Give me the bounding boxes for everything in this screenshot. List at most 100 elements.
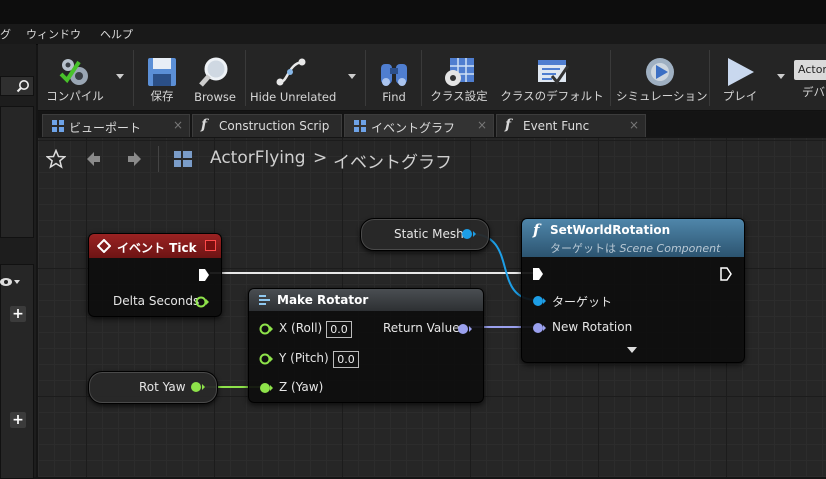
make-rotator-node[interactable]: Make Rotator X (Roll) 0.0 Return Value Y… — [248, 288, 484, 403]
play-dropdown-arrow-icon[interactable] — [777, 74, 785, 79]
exec-in-pin-icon[interactable] — [532, 267, 544, 281]
eye-icon[interactable] — [0, 276, 22, 288]
forward-arrow-icon[interactable] — [126, 150, 144, 168]
left-panel-section — [0, 106, 34, 238]
find-label: Find — [382, 90, 406, 104]
toolbar-separator — [421, 50, 422, 106]
add-variable-plus-icon[interactable]: + — [10, 306, 26, 322]
debug-label: デバ — [802, 85, 825, 99]
left-search-box[interactable] — [0, 76, 34, 96]
add-item-plus-icon[interactable]: + — [10, 412, 26, 428]
tab-event-func[interactable]: f Event Func × — [496, 114, 646, 137]
hide-unrelated-button[interactable]: Hide Unrelated — [250, 50, 337, 108]
exec-out-pin-icon[interactable] — [720, 267, 732, 281]
class-settings-button[interactable]: クラス設定 — [426, 50, 492, 108]
browse-button[interactable]: Browse — [190, 50, 240, 108]
tab-close-icon[interactable]: × — [173, 118, 183, 132]
menu-item-partial[interactable]: グ — [0, 26, 11, 42]
tab-close-icon[interactable]: × — [629, 118, 639, 132]
static-mesh-label: Static Mesh — [394, 227, 464, 241]
play-label: プレイ — [722, 89, 758, 103]
set-world-rotation-node[interactable]: f SetWorldRotation ターゲットは Scene Componen… — [521, 218, 745, 363]
static-mesh-variable-node[interactable]: Static Mesh — [360, 218, 490, 251]
function-icon: f — [505, 117, 512, 133]
event-tick-node[interactable]: イベント Tick Delta Seconds — [88, 233, 222, 317]
target-pin-label: ターゲット — [552, 295, 613, 309]
save-button[interactable]: 保存 — [140, 50, 184, 108]
hide-unrelated-dropdown-arrow-icon[interactable] — [348, 74, 356, 79]
rot-yaw-pin-icon[interactable] — [190, 380, 206, 394]
simulation-label: シミュレーション — [616, 89, 708, 103]
make-rotator-title: Make Rotator — [277, 293, 369, 307]
left-panel: + + — [0, 44, 36, 479]
event-delegate-pin-icon[interactable] — [205, 240, 216, 251]
y-pitch-input[interactable]: 0.0 — [333, 351, 359, 368]
x-roll-label: X (Roll) — [279, 321, 323, 335]
class-settings-gear-grid-icon — [445, 58, 474, 86]
target-pin-icon[interactable] — [532, 294, 546, 308]
class-defaults-label: クラスのデフォルト — [500, 89, 604, 103]
breadcrumb-separator-line — [158, 146, 159, 172]
return-value-pin-icon[interactable] — [457, 322, 473, 336]
play-button[interactable]: プレイ — [714, 50, 766, 108]
menu-item-help[interactable]: ヘルプ — [100, 26, 133, 42]
delta-seconds-label: Delta Seconds — [113, 294, 200, 308]
rot-yaw-variable-node[interactable]: Rot Yaw — [88, 371, 218, 404]
tab-construction-script[interactable]: f Construction Scrip — [192, 114, 342, 137]
x-roll-pin-icon[interactable] — [259, 322, 273, 336]
breadcrumb: ActorFlying > イベントグラフ — [38, 140, 826, 176]
menu-bar: グ ウィンドウ ヘルプ — [0, 24, 826, 45]
simulation-button[interactable]: シミュレーション — [616, 50, 708, 108]
find-binoculars-icon — [381, 64, 407, 86]
set-world-rotation-title: SetWorldRotation — [550, 223, 671, 237]
toolbar-separator — [133, 50, 134, 106]
debug-object-select[interactable]: Actor — [794, 60, 826, 80]
breadcrumb-actor[interactable]: ActorFlying — [210, 148, 306, 168]
new-rotation-pin-label: New Rotation — [552, 320, 633, 334]
event-graph-grid-icon — [354, 120, 366, 132]
find-button[interactable]: Find — [372, 50, 416, 108]
graph-grid-icon — [174, 151, 192, 167]
hide-unrelated-label: Hide Unrelated — [250, 90, 337, 104]
compile-label: コンパイル — [46, 89, 104, 103]
new-rotation-pin-icon[interactable] — [532, 321, 546, 335]
tab-event-func-label: Event Func — [523, 119, 590, 133]
toolbar-separator — [365, 50, 366, 106]
toolbar-separator — [245, 50, 246, 106]
save-label: 保存 — [150, 89, 174, 103]
y-pitch-pin-icon[interactable] — [259, 352, 273, 366]
compile-button[interactable]: コンパイル — [42, 50, 108, 108]
menu-item-window[interactable]: ウィンドウ — [26, 26, 81, 42]
function-icon: f — [201, 117, 208, 133]
tab-close-icon[interactable]: × — [477, 118, 487, 132]
expand-advanced-arrow-icon[interactable] — [626, 346, 638, 354]
compile-dropdown-arrow-icon[interactable] — [116, 74, 124, 79]
event-diamond-icon — [97, 239, 111, 253]
event-tick-title: イベント Tick — [117, 241, 197, 255]
x-roll-input[interactable]: 0.0 — [326, 321, 352, 338]
compile-gear-check-icon — [59, 59, 88, 85]
browse-label: Browse — [194, 90, 236, 104]
tab-event-graph[interactable]: イベントグラフ × — [344, 114, 494, 137]
play-triangle-icon — [728, 58, 754, 86]
breadcrumb-separator: > — [313, 148, 328, 168]
make-struct-icon — [259, 295, 270, 305]
exec-out-pin-icon[interactable] — [198, 268, 210, 282]
class-defaults-checklist-icon — [538, 60, 570, 85]
back-arrow-icon[interactable] — [84, 150, 102, 168]
breadcrumb-graph[interactable]: イベントグラフ — [333, 148, 452, 173]
title-bar — [0, 0, 826, 24]
save-floppy-icon — [148, 58, 176, 86]
browse-magnifier-icon — [199, 57, 228, 87]
favorite-star-icon[interactable] — [46, 149, 66, 169]
tab-viewport[interactable]: ビューポート × — [42, 114, 190, 137]
viewport-grid-icon — [52, 120, 64, 132]
static-mesh-pin-icon[interactable] — [461, 227, 477, 241]
document-tab-bar: ビューポート × f Construction Scrip イベントグラフ × … — [38, 112, 826, 137]
z-yaw-pin-icon[interactable] — [259, 381, 273, 395]
y-pitch-label: Y (Pitch) — [279, 351, 329, 365]
delta-seconds-pin-icon[interactable] — [195, 295, 209, 309]
return-value-label: Return Value — [383, 321, 460, 335]
class-defaults-button[interactable]: クラスのデフォルト — [500, 50, 604, 108]
hide-unrelated-nodes-icon — [276, 58, 306, 86]
